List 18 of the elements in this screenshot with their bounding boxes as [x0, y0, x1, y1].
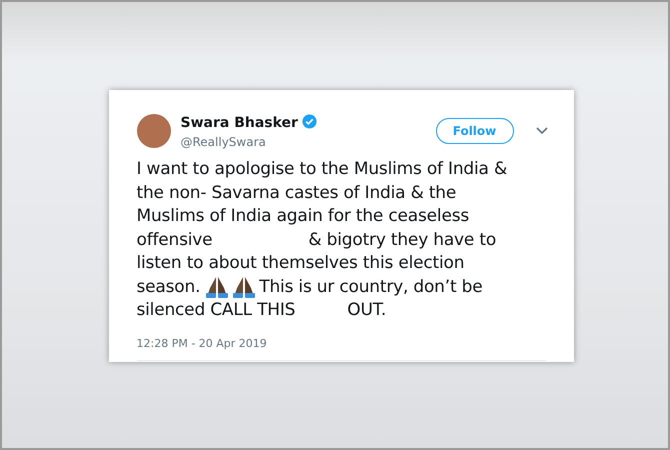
tweet-text: Muslims of India again for the ceaseless — [136, 205, 470, 228]
timestamp[interactable]: 12:28 PM - 20 Apr 2019 — [136, 336, 574, 350]
author-name[interactable]: Swara Bhasker — [180, 115, 298, 131]
tweet-text: silenced CALL THIS — [136, 299, 296, 322]
tweet-text: & bigotry they have to — [308, 228, 496, 252]
tweet-text: the non- Savarna castes of India & the — [136, 182, 456, 204]
follow-button[interactable]: Follow — [436, 118, 514, 144]
tweet-text: I want to apologise to the Muslims of India & — [136, 158, 508, 181]
praying-hands-icon — [205, 276, 230, 298]
tweet-text: offensive — [136, 228, 212, 252]
tweet-text: This is ur country, don’t be — [259, 276, 482, 298]
tweet-text: OUT. — [347, 299, 386, 322]
chevron-down-icon[interactable] — [536, 127, 548, 135]
tweet-text: listen to about themselves this election — [136, 252, 464, 275]
avatar[interactable] — [136, 114, 170, 148]
tweet-text: season. — [136, 276, 200, 298]
praying-hands-icon — [232, 276, 256, 298]
author-handle[interactable]: @ReallySwara — [180, 134, 426, 148]
